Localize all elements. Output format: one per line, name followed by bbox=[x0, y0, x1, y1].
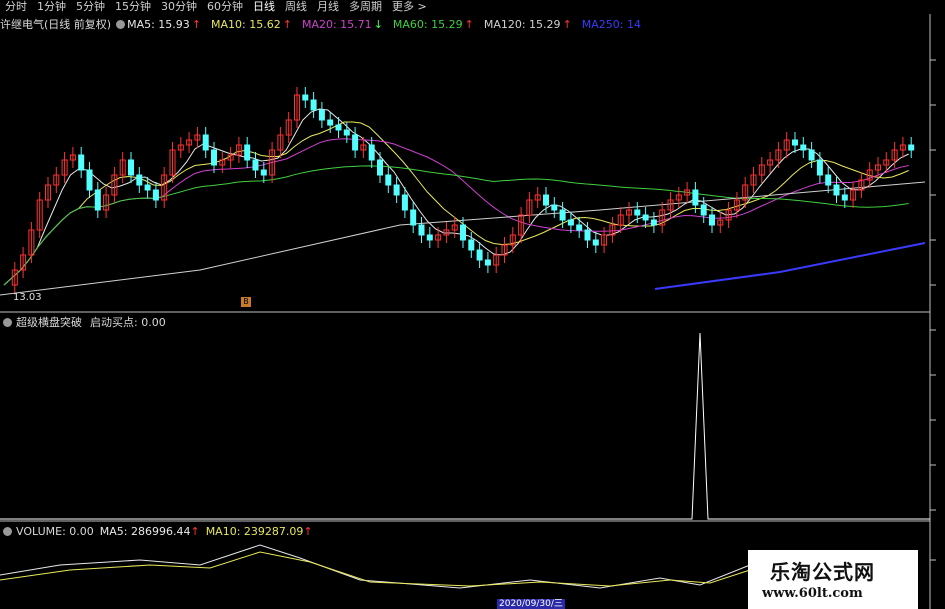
candle-down bbox=[144, 184, 151, 191]
candle-down bbox=[484, 259, 491, 266]
candle-down bbox=[377, 159, 383, 176]
watermark-logo: 乐淘公式网 www.60lt.com bbox=[748, 550, 918, 609]
ma250-line bbox=[654, 242, 926, 290]
candle-down bbox=[310, 99, 317, 111]
candle-down bbox=[318, 109, 325, 121]
axis-ticks bbox=[930, 59, 936, 561]
indicator-name[interactable]: 超级横盘突破 bbox=[16, 314, 82, 330]
volume-ma5-label: MA5: 286996.44 bbox=[99, 524, 191, 538]
candle-down bbox=[808, 149, 815, 161]
date-cursor-label: 2020/09/30/三 bbox=[497, 599, 565, 609]
candle-down bbox=[302, 94, 309, 101]
volume-ma10-label: MA10: 239287.09 bbox=[205, 524, 304, 538]
candle-down bbox=[825, 174, 832, 186]
indicator-spike bbox=[0, 332, 930, 520]
candle-down bbox=[800, 144, 807, 151]
b-marker-icon: B bbox=[241, 297, 251, 307]
candle-down bbox=[393, 184, 400, 196]
candle-down bbox=[567, 219, 574, 226]
candle-down bbox=[650, 219, 657, 226]
indicator-legend: 超级横盘突破 启动买点: 0.00 bbox=[0, 315, 166, 329]
volume-ma5-arrow-icon: ↑ bbox=[190, 524, 200, 538]
candle-down bbox=[468, 239, 475, 251]
candle-down bbox=[136, 174, 143, 186]
candle-down bbox=[86, 169, 93, 191]
candle-down bbox=[410, 209, 417, 226]
volume-ma5-line bbox=[0, 544, 751, 589]
indicator-spike-line bbox=[0, 332, 930, 520]
candle-down bbox=[642, 214, 649, 221]
candle-down bbox=[792, 139, 798, 146]
candle-down bbox=[78, 154, 85, 171]
volume-ma10-arrow-icon: ↑ bbox=[303, 524, 313, 538]
candle-down bbox=[418, 224, 425, 236]
candle-down bbox=[841, 194, 848, 201]
candle-down bbox=[352, 134, 359, 151]
candle-down bbox=[551, 204, 558, 211]
candle-down bbox=[335, 124, 342, 131]
candle-down bbox=[709, 214, 715, 226]
candle-down bbox=[260, 169, 267, 176]
candle-down bbox=[559, 209, 566, 221]
candle-down bbox=[476, 249, 483, 261]
gear-icon[interactable] bbox=[3, 317, 12, 327]
volume-value[interactable]: VOLUME: 0.00 bbox=[16, 525, 94, 538]
candlesticks bbox=[11, 87, 915, 293]
candle-down bbox=[692, 189, 699, 206]
watermark-title: 乐淘公式网 bbox=[770, 560, 875, 584]
candle-down bbox=[202, 134, 209, 151]
volume-ma5: MA5: 286996.44↑ bbox=[100, 525, 200, 538]
candle-down bbox=[252, 159, 259, 171]
candle-down bbox=[244, 144, 251, 161]
candle-down bbox=[833, 184, 840, 196]
candle-down bbox=[908, 144, 915, 151]
watermark-url: www.60lt.com bbox=[762, 586, 863, 601]
kline-chart[interactable] bbox=[0, 0, 945, 609]
gear-icon[interactable] bbox=[3, 526, 12, 536]
candle-down bbox=[343, 129, 350, 136]
candle-down bbox=[816, 159, 823, 176]
candle-down bbox=[460, 224, 466, 241]
volume-ma10: MA10: 239287.09↑ bbox=[206, 525, 313, 538]
candle-down bbox=[634, 209, 641, 216]
candle-down bbox=[94, 189, 101, 211]
volume-lines bbox=[0, 544, 751, 589]
candle-down bbox=[368, 144, 375, 161]
ma10-line bbox=[3, 121, 909, 286]
volume-legend: VOLUME: 0.00 MA5: 286996.44↑ MA10: 23928… bbox=[0, 524, 313, 538]
panel-dividers bbox=[0, 14, 931, 609]
candle-down bbox=[152, 189, 159, 201]
candle-down bbox=[426, 234, 433, 241]
indicator-param: 启动买点: 0.00 bbox=[90, 316, 166, 329]
candle-down bbox=[385, 174, 392, 186]
candle-down bbox=[576, 224, 583, 231]
ma5-line bbox=[3, 108, 909, 286]
candle-down bbox=[543, 194, 549, 206]
candle-down bbox=[700, 204, 707, 216]
candle-down bbox=[401, 194, 408, 211]
low-price-label: 13.03 bbox=[13, 292, 42, 303]
candle-down bbox=[327, 119, 334, 126]
candle-down bbox=[128, 159, 134, 176]
candle-down bbox=[584, 229, 591, 241]
candle-down bbox=[211, 149, 217, 166]
candle-down bbox=[592, 239, 599, 246]
